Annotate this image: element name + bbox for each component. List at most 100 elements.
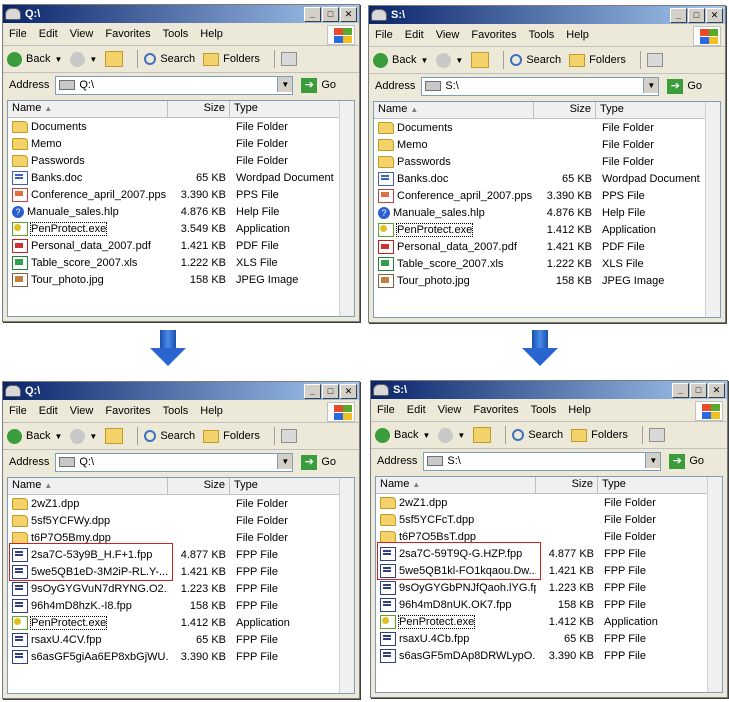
address-input[interactable]: S:\ ▼ (421, 76, 660, 96)
list-item[interactable]: Banks.doc 65 KB Wordpad Document (8, 169, 354, 186)
list-item[interactable]: 9sOyGYGVuN7dRYNG.O2... 1.223 KB FPP File (8, 580, 354, 597)
menu-tools[interactable]: Tools (529, 29, 555, 41)
forward-button[interactable]: ▼ (438, 427, 465, 443)
header-name[interactable]: Name ▲ (376, 477, 536, 493)
folders-button[interactable]: Folders (571, 428, 628, 442)
go-button[interactable]: ➔ Go (667, 78, 702, 94)
title-bar[interactable]: Q:\ _ □ ✕ (3, 5, 359, 23)
list-item[interactable]: Passwords File Folder (374, 153, 720, 170)
menu-favorites[interactable]: Favorites (473, 404, 518, 416)
list-item[interactable]: ? Manuale_sales.hlp 4.876 KB Help File (8, 203, 354, 220)
minimize-button[interactable]: _ (672, 382, 689, 398)
search-button[interactable]: Search (512, 429, 563, 441)
address-input[interactable]: Q:\ ▼ (55, 75, 294, 95)
scrollbar[interactable] (339, 101, 354, 316)
search-button[interactable]: Search (144, 430, 195, 442)
forward-button[interactable]: ▼ (70, 428, 97, 444)
views-button[interactable] (646, 53, 663, 67)
maximize-button[interactable]: □ (322, 6, 339, 22)
list-item[interactable]: Documents File Folder (8, 118, 354, 135)
header-name[interactable]: Name ▲ (8, 478, 168, 494)
menu-favorites[interactable]: Favorites (105, 28, 150, 40)
back-button[interactable]: Back ▼ (375, 427, 430, 443)
chevron-down-icon[interactable]: ▼ (277, 453, 293, 469)
list-item[interactable]: rsaxU.4CV.fpp 65 KB FPP File (8, 631, 354, 648)
close-button[interactable]: ✕ (706, 7, 723, 23)
close-button[interactable]: ✕ (708, 382, 725, 398)
go-button[interactable]: ➔ Go (301, 77, 336, 93)
list-item[interactable]: Banks.doc 65 KB Wordpad Document (374, 170, 720, 187)
list-item[interactable]: 2wZ1.dpp File Folder (376, 494, 722, 511)
list-item[interactable]: Tour_photo.jpg 158 KB JPEG Image (374, 272, 720, 289)
up-folder-button[interactable] (105, 51, 124, 67)
list-item[interactable]: 5sf5YCFcT.dpp File Folder (376, 511, 722, 528)
list-item[interactable]: Conference_april_2007.pps 3.390 KB PPS F… (374, 187, 720, 204)
scrollbar[interactable] (339, 478, 354, 693)
search-button[interactable]: Search (510, 54, 561, 66)
header-type[interactable]: Type (230, 478, 354, 494)
chevron-down-icon[interactable]: ▼ (643, 77, 659, 93)
menu-edit[interactable]: Edit (407, 404, 426, 416)
menu-view[interactable]: View (436, 29, 460, 41)
menu-edit[interactable]: Edit (39, 28, 58, 40)
minimize-button[interactable]: _ (304, 6, 321, 22)
list-item[interactable]: Conference_april_2007.pps 3.390 KB PPS F… (8, 186, 354, 203)
menu-edit[interactable]: Edit (405, 29, 424, 41)
views-button[interactable] (648, 428, 665, 442)
header-size[interactable]: Size (168, 478, 230, 494)
menu-tools[interactable]: Tools (163, 405, 189, 417)
menu-file[interactable]: File (377, 404, 395, 416)
go-button[interactable]: ➔ Go (669, 453, 704, 469)
address-input[interactable]: Q:\ ▼ (55, 452, 294, 472)
header-type[interactable]: Type (596, 102, 720, 118)
menu-favorites[interactable]: Favorites (471, 29, 516, 41)
list-item[interactable]: Table_score_2007.xls 1.222 KB XLS File (374, 255, 720, 272)
minimize-button[interactable]: _ (304, 383, 321, 399)
list-item[interactable]: Memo File Folder (8, 135, 354, 152)
menu-edit[interactable]: Edit (39, 405, 58, 417)
up-folder-button[interactable] (471, 52, 490, 68)
address-input[interactable]: S:\ ▼ (423, 451, 662, 471)
header-name[interactable]: Name ▲ (374, 102, 534, 118)
menu-file[interactable]: File (375, 29, 393, 41)
header-type[interactable]: Type (598, 477, 722, 493)
list-item[interactable]: ? Manuale_sales.hlp 4.876 KB Help File (374, 204, 720, 221)
list-item[interactable]: rsaxU.4Cb.fpp 65 KB FPP File (376, 630, 722, 647)
list-item[interactable]: PenProtect.exe 3.549 KB Application (8, 220, 354, 237)
forward-button[interactable]: ▼ (436, 52, 463, 68)
back-button[interactable]: Back ▼ (373, 52, 428, 68)
title-bar[interactable]: S:\ _ □ ✕ (371, 381, 727, 399)
scrollbar[interactable] (705, 102, 720, 317)
go-button[interactable]: ➔ Go (301, 454, 336, 470)
list-item[interactable]: 96h4mD8nUK.OK7.fpp 158 KB FPP File (376, 596, 722, 613)
forward-button[interactable]: ▼ (70, 51, 97, 67)
list-item[interactable]: Tour_photo.jpg 158 KB JPEG Image (8, 271, 354, 288)
scrollbar[interactable] (707, 477, 722, 692)
close-button[interactable]: ✕ (340, 383, 357, 399)
header-size[interactable]: Size (168, 101, 230, 117)
menu-view[interactable]: View (438, 404, 462, 416)
menu-help[interactable]: Help (200, 28, 223, 40)
menu-tools[interactable]: Tools (163, 28, 189, 40)
list-item[interactable]: PenProtect.exe 1.412 KB Application (376, 613, 722, 630)
search-button[interactable]: Search (144, 53, 195, 65)
header-type[interactable]: Type (230, 101, 354, 117)
up-folder-button[interactable] (473, 427, 492, 443)
list-item[interactable]: PenProtect.exe 1.412 KB Application (374, 221, 720, 238)
up-folder-button[interactable] (105, 428, 124, 444)
maximize-button[interactable]: □ (690, 382, 707, 398)
header-size[interactable]: Size (534, 102, 596, 118)
folders-button[interactable]: Folders (203, 52, 260, 66)
title-bar[interactable]: Q:\ _ □ ✕ (3, 382, 359, 400)
list-item[interactable]: s6asGF5mDAp8DRWLypO... 3.390 KB FPP File (376, 647, 722, 664)
menu-view[interactable]: View (70, 28, 94, 40)
list-item[interactable]: Table_score_2007.xls 1.222 KB XLS File (8, 254, 354, 271)
list-item[interactable]: PenProtect.exe 1.412 KB Application (8, 614, 354, 631)
header-size[interactable]: Size (536, 477, 598, 493)
chevron-down-icon[interactable]: ▼ (645, 452, 661, 468)
close-button[interactable]: ✕ (340, 6, 357, 22)
list-item[interactable]: s6asGF5giAa6EP8xbGjWU... 3.390 KB FPP Fi… (8, 648, 354, 665)
list-item[interactable]: 96h4mD8hzK.-I8.fpp 158 KB FPP File (8, 597, 354, 614)
views-button[interactable] (280, 429, 297, 443)
menu-file[interactable]: File (9, 28, 27, 40)
